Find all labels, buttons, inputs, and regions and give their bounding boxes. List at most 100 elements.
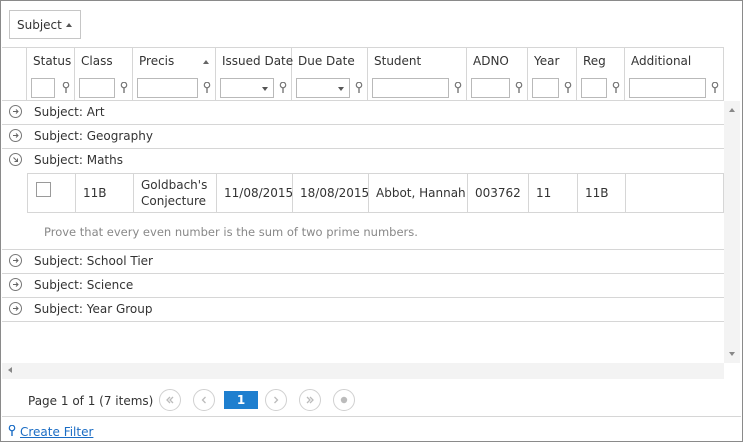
row-description: Prove that every even number is the sum … xyxy=(44,225,418,239)
header-due-date[interactable]: Due Date xyxy=(292,48,368,75)
precis-filter-input[interactable] xyxy=(137,78,198,98)
circle-arrow-right-icon[interactable] xyxy=(9,105,22,118)
group-panel: Subject xyxy=(2,2,741,47)
group-value: Maths xyxy=(86,153,123,167)
header-precis[interactable]: Precis xyxy=(133,48,216,75)
scroll-up-icon[interactable] xyxy=(729,108,735,112)
funnel-icon[interactable] xyxy=(612,82,620,94)
header-reg[interactable]: Reg xyxy=(577,48,625,75)
header-label: Issued Date xyxy=(222,54,294,68)
circle-arrow-right-icon[interactable] xyxy=(9,302,22,315)
group-row-science[interactable]: SubjectScience xyxy=(2,274,724,298)
horizontal-scrollbar[interactable] xyxy=(2,363,724,379)
group-row-school-tier[interactable]: SubjectSchool Tier xyxy=(2,250,724,274)
group-label: Subject xyxy=(34,302,87,316)
last-page-button[interactable] xyxy=(299,389,321,411)
year-filter-input[interactable] xyxy=(532,78,559,98)
header-issued-date[interactable]: Issued Date xyxy=(216,48,294,75)
group-value: Geography xyxy=(86,129,153,143)
funnel-icon[interactable] xyxy=(120,82,128,94)
circle-arrow-right-icon[interactable] xyxy=(9,129,22,142)
pager: Page 1 of 1 (7 items) 1 xyxy=(2,381,741,417)
header-student[interactable]: Student xyxy=(368,48,467,75)
filter-cell-class xyxy=(75,74,133,101)
vertical-scrollbar[interactable] xyxy=(724,101,740,363)
funnel-icon[interactable] xyxy=(279,82,287,94)
group-label: Subject xyxy=(34,129,87,143)
cell-status xyxy=(28,174,76,212)
header-adno[interactable]: ADNO xyxy=(467,48,528,75)
class-value: 11B xyxy=(83,186,107,200)
group-chip-subject[interactable]: Subject xyxy=(9,10,81,39)
header-row: Status Class Precis Issued Date Due Date… xyxy=(2,47,724,75)
student-filter-input[interactable] xyxy=(372,78,449,98)
header-indent xyxy=(2,48,27,75)
funnel-icon[interactable] xyxy=(203,82,211,94)
adno-filter-input[interactable] xyxy=(471,78,510,98)
cell-precis: Goldbach's Conjecture xyxy=(134,174,217,212)
cell-class: 11B xyxy=(76,174,134,212)
header-class[interactable]: Class xyxy=(75,48,133,75)
group-label: Subject xyxy=(34,105,87,119)
current-page-button[interactable]: 1 xyxy=(224,391,258,409)
cell-student: Abbot, Hannah xyxy=(369,174,468,212)
header-year[interactable]: Year xyxy=(528,48,577,75)
funnel-icon[interactable] xyxy=(62,82,70,94)
header-label: Class xyxy=(81,54,113,68)
circle-arrow-right-icon[interactable] xyxy=(9,254,22,267)
due-date-value: 18/08/2015 xyxy=(300,186,370,200)
group-row-year-group[interactable]: SubjectYear Group xyxy=(2,298,724,322)
group-row-art[interactable]: SubjectArt xyxy=(2,101,724,125)
due-date-filter-select[interactable] xyxy=(296,78,350,98)
funnel-icon[interactable] xyxy=(515,82,523,94)
group-text: SubjectGeography xyxy=(34,129,153,143)
funnel-icon[interactable] xyxy=(355,82,363,94)
chevron-left-icon xyxy=(201,396,206,404)
header-additional[interactable]: Additional xyxy=(625,48,724,75)
filter-cell-precis xyxy=(133,74,216,101)
group-value: Year Group xyxy=(86,302,153,316)
header-label: Status xyxy=(33,54,72,68)
issued-date-value: 11/08/2015 xyxy=(224,186,294,200)
cell-adno: 003762 xyxy=(468,174,529,212)
status-filter-input[interactable] xyxy=(31,78,55,98)
first-page-button[interactable] xyxy=(159,389,181,411)
chevron-down-icon xyxy=(262,87,268,91)
filter-cell-reg xyxy=(577,74,625,101)
scroll-left-icon[interactable] xyxy=(8,367,12,373)
filter-indent xyxy=(2,74,27,101)
sort-ascending-icon xyxy=(66,23,72,27)
circle-arrow-down-right-icon[interactable] xyxy=(9,153,22,166)
filter-cell-status xyxy=(27,74,75,101)
header-label: ADNO xyxy=(473,54,509,68)
class-filter-input[interactable] xyxy=(79,78,115,98)
status-checkbox[interactable] xyxy=(36,182,51,197)
grid-body: SubjectArt SubjectGeography SubjectMaths… xyxy=(2,101,724,363)
scroll-down-icon[interactable] xyxy=(729,352,735,356)
circle-arrow-right-icon[interactable] xyxy=(9,278,22,291)
filter-cell-student xyxy=(368,74,467,101)
group-row-geography[interactable]: SubjectGeography xyxy=(2,125,724,149)
create-filter-link[interactable]: Create Filter xyxy=(20,425,93,439)
header-label: Reg xyxy=(583,54,606,68)
prev-page-button[interactable] xyxy=(193,389,215,411)
table-row[interactable]: 11B Goldbach's Conjecture 11/08/2015 18/… xyxy=(27,173,724,213)
next-page-button[interactable] xyxy=(265,389,287,411)
student-value: Abbot, Hannah xyxy=(376,186,466,200)
header-status[interactable]: Status xyxy=(27,48,75,75)
funnel-icon[interactable] xyxy=(711,82,719,94)
chevron-down-icon xyxy=(338,87,344,91)
filter-cell-issued-date xyxy=(216,74,292,101)
reg-filter-input[interactable] xyxy=(581,78,607,98)
funnel-icon[interactable] xyxy=(564,82,572,94)
additional-filter-input[interactable] xyxy=(629,78,706,98)
funnel-icon[interactable] xyxy=(454,82,462,94)
sort-ascending-icon xyxy=(203,60,209,64)
group-text: SubjectArt xyxy=(34,105,105,119)
stop-circle-icon xyxy=(340,396,348,404)
issued-date-filter-select[interactable] xyxy=(220,78,274,98)
show-all-button[interactable] xyxy=(333,389,355,411)
chevron-right-icon xyxy=(274,396,279,404)
group-text: SubjectMaths xyxy=(34,153,123,167)
group-text: SubjectYear Group xyxy=(34,302,152,316)
